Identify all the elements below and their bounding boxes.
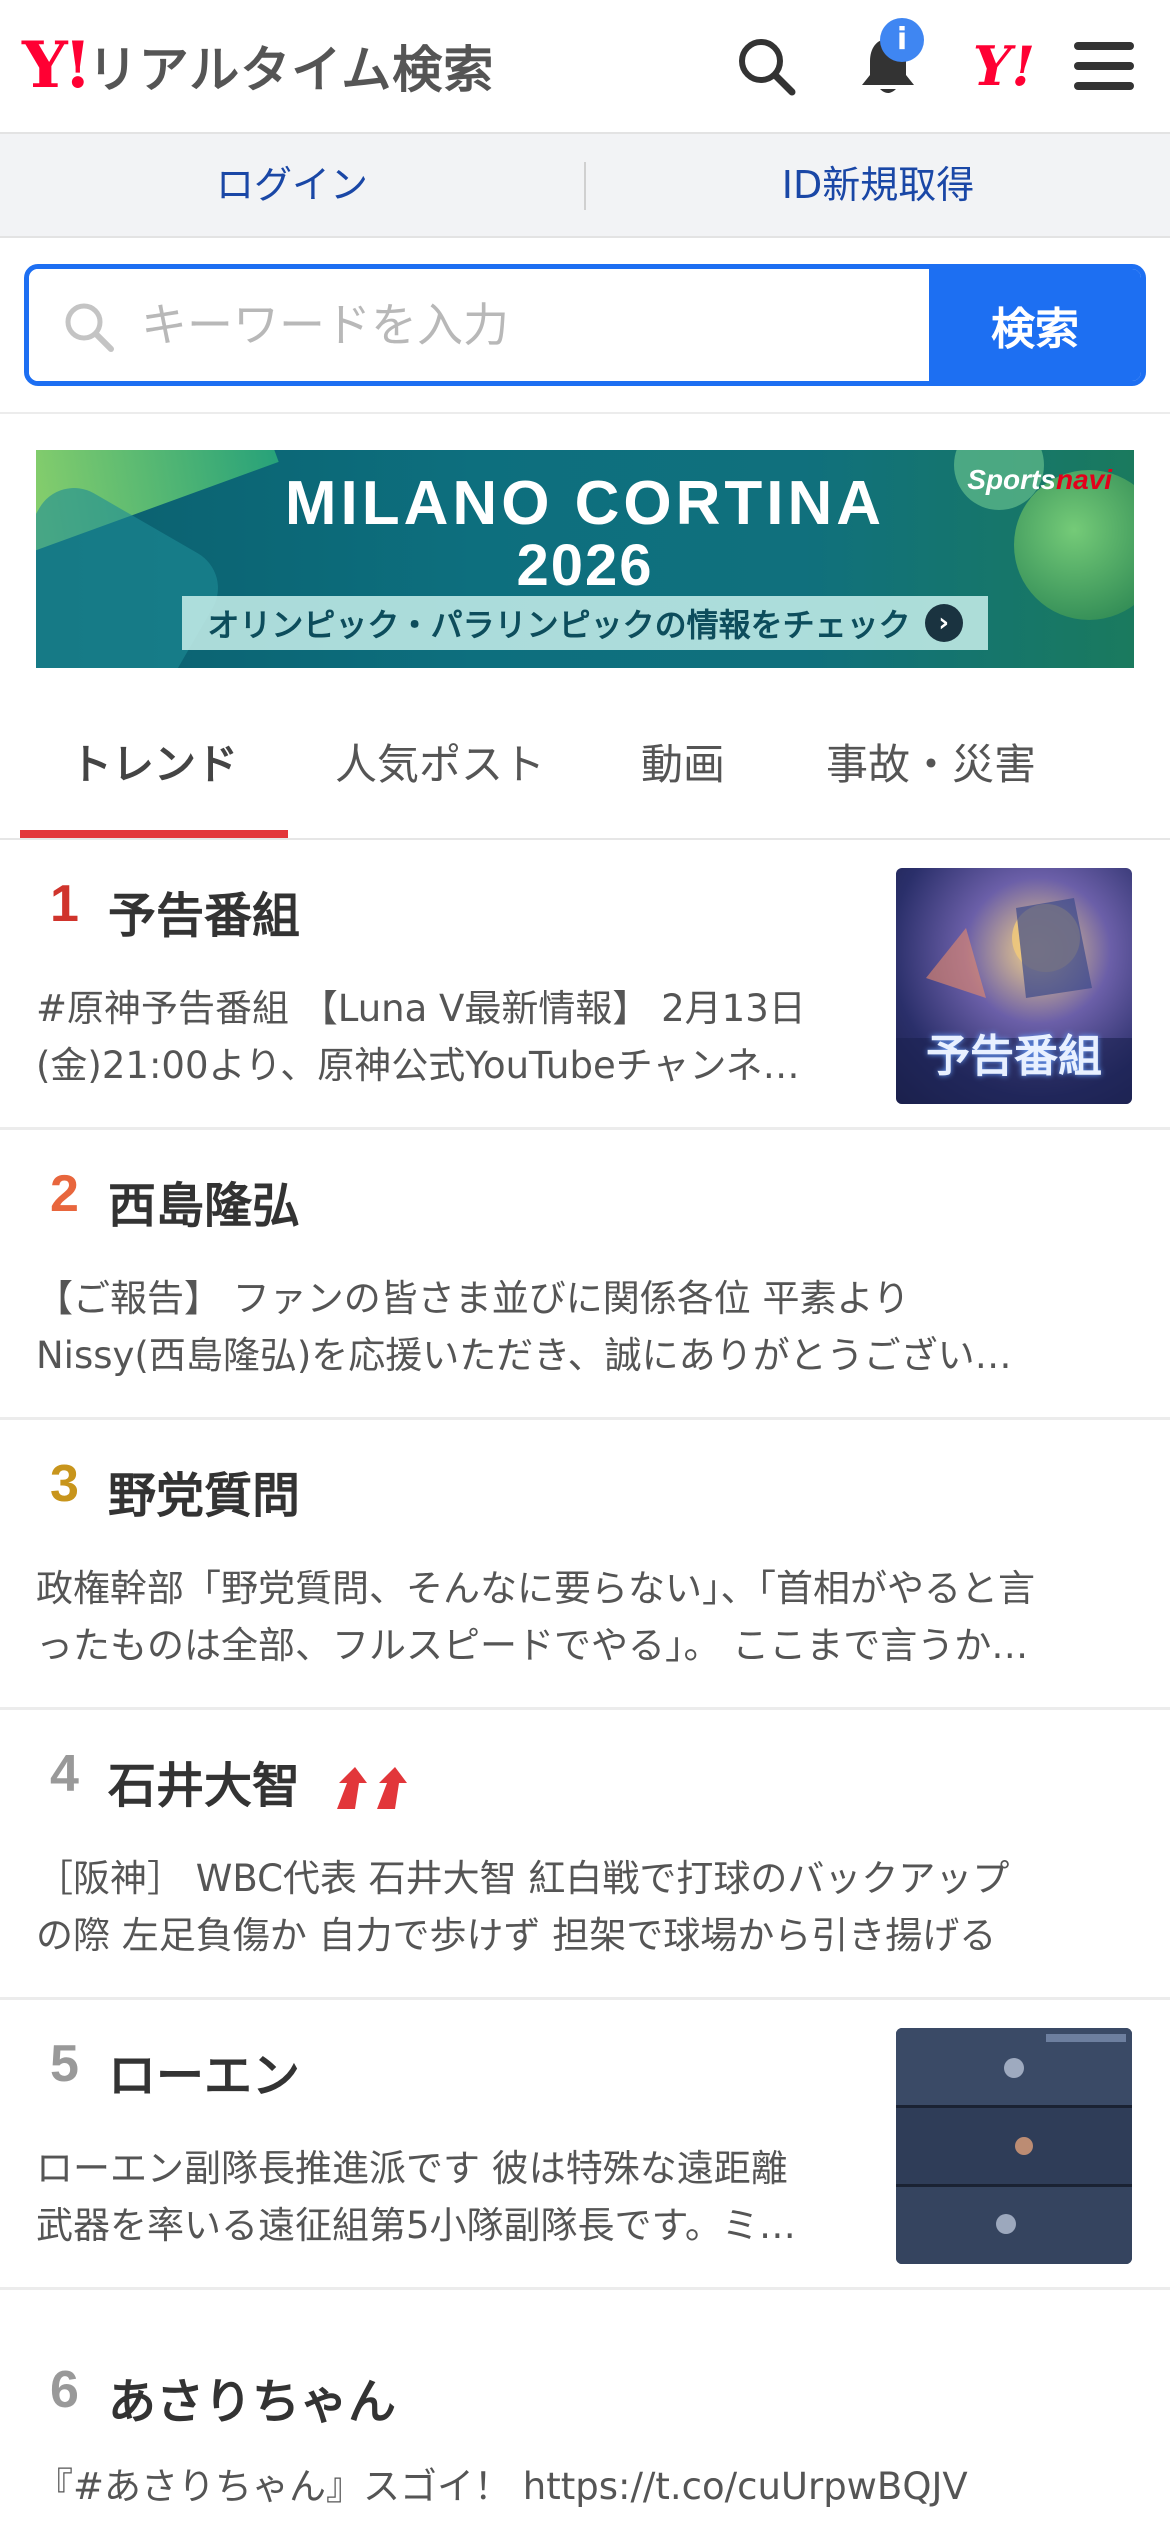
trend-description-line: 『#あさりちゃん』スゴイ！ https://t.co/cuUrpwBQJV <box>36 2465 968 2508</box>
banner-year: 2026 <box>516 533 654 598</box>
trend-rank: 4 <box>50 1745 79 1803</box>
trend-rank: 1 <box>50 875 79 933</box>
trend-rank: 5 <box>50 2035 79 2093</box>
search-button[interactable]: 検索 <box>929 269 1141 381</box>
trend-description: ［阪神］ WBC代表 石井大智 紅白戦で打球のバックアップ の際 左足負傷か 自… <box>36 1850 1126 1964</box>
search-input[interactable] <box>29 269 929 381</box>
trend-keyword: 野党質問 <box>108 1468 301 1524</box>
trend-description: ローエン副隊長推進派です 彼は特殊な遠距離 武器を率いる遠征組第5小隊副隊長です… <box>36 2140 856 2254</box>
app-header: Y! リアルタイム検索 i Y! <box>0 0 1170 132</box>
trending-up-icon <box>333 1765 417 1813</box>
chevron-right-icon: › <box>924 604 963 642</box>
banner-cta[interactable]: オリンピック・パラリンピックの情報をチェック › <box>182 596 988 650</box>
trend-description-line: #原神予告番組 【Luna V最新情報】 2月13日 <box>36 987 806 1030</box>
trend-rank: 2 <box>50 1165 79 1223</box>
trend-description-line: 政権幹部「野党質問、そんなに要らない」、「首相がやると言 <box>36 1567 1035 1610</box>
search-field-icon <box>61 299 117 359</box>
notification-bell-icon[interactable]: i <box>850 18 926 104</box>
trend-keyword: 石井大智 <box>108 1746 417 1816</box>
trend-keyword: 西島隆弘 <box>108 1178 301 1234</box>
trend-thumbnail[interactable] <box>896 2028 1132 2264</box>
trend-description-line: 【ご報告】 ファンの皆さま並びに関係各位 平素より <box>36 1277 910 1320</box>
trend-item-6[interactable]: 6 あさりちゃん 『#あさりちゃん』スゴイ！ https://t.co/cuUr… <box>0 2290 1170 2532</box>
banner-title: MILANO CORTINA <box>284 469 886 538</box>
olympics-banner[interactable]: Sportsnavi MILANO CORTINA 2026 オリンピック・パラ… <box>36 450 1134 668</box>
trend-description-line: の際 左足負傷か 自力で歩けず 担架で球場から引き揚げる <box>36 1914 997 1957</box>
trend-keyword-text: 石井大智 <box>108 1758 301 1814</box>
app-title: リアルタイム検索 <box>87 41 495 99</box>
search-section: 検索 <box>0 238 1170 414</box>
trend-description: 【ご報告】 ファンの皆さま並びに関係各位 平素より Nissy(西島隆弘)を応援… <box>36 1270 1116 1384</box>
thumbnail-caption: 予告番組 <box>926 1031 1102 1082</box>
trend-description-line: ったものは全部、フルスピードでやる」。 ここまで言うか… <box>36 1624 1029 1667</box>
tab-accident-disaster[interactable]: 事故・災害 <box>796 700 1066 838</box>
trend-item-1[interactable]: 1 予告番組 #原神予告番組 【Luna V最新情報】 2月13日 (金)21:… <box>0 840 1170 1130</box>
hamburger-menu-icon[interactable] <box>1066 28 1142 104</box>
app-logo[interactable]: Y! リアルタイム検索 <box>22 30 494 102</box>
trend-keyword: ローエン <box>108 2048 301 2104</box>
tab-video[interactable]: 動画 <box>590 700 776 838</box>
trend-keyword: あさりちゃん <box>108 2374 397 2430</box>
trend-description-line: (金)21:00より、原神公式YouTubeチャンネ… <box>36 1044 800 1087</box>
yahoo-top-link[interactable]: Y! <box>966 28 1042 104</box>
trend-item-5[interactable]: 5 ローエン ローエン副隊長推進派です 彼は特殊な遠距離 武器を率いる遠征組第5… <box>0 2000 1170 2290</box>
trend-description-line: ローエン副隊長推進派です 彼は特殊な遠距離 <box>36 2147 788 2190</box>
trend-rank: 6 <box>50 2361 79 2419</box>
search-form: 検索 <box>24 264 1146 386</box>
trend-item-4[interactable]: 4 石井大智 ［阪神］ WBC代表 石井大智 紅白戦で打球のバックアップ の際 … <box>0 1710 1170 2000</box>
trend-keyword: 予告番組 <box>108 888 301 944</box>
trend-description-line: 武器を率いる遠征組第5小隊副隊長です。ミ… <box>36 2204 796 2247</box>
notification-badge: i <box>880 18 924 62</box>
banner-cta-label: オリンピック・パラリンピックの情報をチェック <box>207 606 911 644</box>
tab-trend[interactable]: トレンド <box>20 700 288 838</box>
trend-description-line: ［阪神］ WBC代表 石井大智 紅白戦で打球のバックアップ <box>36 1857 1010 1900</box>
active-tab-indicator <box>20 830 288 838</box>
trend-description: 『#あさりちゃん』スゴイ！ https://t.co/cuUrpwBQJV <box>36 2458 1126 2515</box>
trend-description: #原神予告番組 【Luna V最新情報】 2月13日 (金)21:00より、原神… <box>36 980 856 1094</box>
trend-thumbnail[interactable]: 予告番組 <box>896 868 1132 1104</box>
tab-popular-posts[interactable]: 人気ポスト <box>310 700 570 838</box>
search-icon[interactable] <box>728 28 804 104</box>
auth-bar: ログイン ID新規取得 <box>0 132 1170 238</box>
category-tabs: トレンド 人気ポスト 動画 事故・災害 <box>0 700 1170 840</box>
trend-item-2[interactable]: 2 西島隆弘 【ご報告】 ファンの皆さま並びに関係各位 平素より Nissy(西… <box>0 1130 1170 1420</box>
trend-description-line: Nissy(西島隆弘)を応援いただき、誠にありがとうござい… <box>36 1334 1012 1377</box>
trend-description: 政権幹部「野党質問、そんなに要らない」、「首相がやると言 ったものは全部、フルス… <box>36 1560 1126 1674</box>
signup-link[interactable]: ID新規取得 <box>586 134 1170 236</box>
trend-rank: 3 <box>50 1455 79 1513</box>
yahoo-logo-mark: Y! <box>22 28 92 103</box>
yahoo-icon: Y! <box>972 34 1036 98</box>
login-link[interactable]: ログイン <box>0 134 584 236</box>
trend-item-3[interactable]: 3 野党質問 政権幹部「野党質問、そんなに要らない」、「首相がやると言 ったもの… <box>0 1420 1170 1710</box>
